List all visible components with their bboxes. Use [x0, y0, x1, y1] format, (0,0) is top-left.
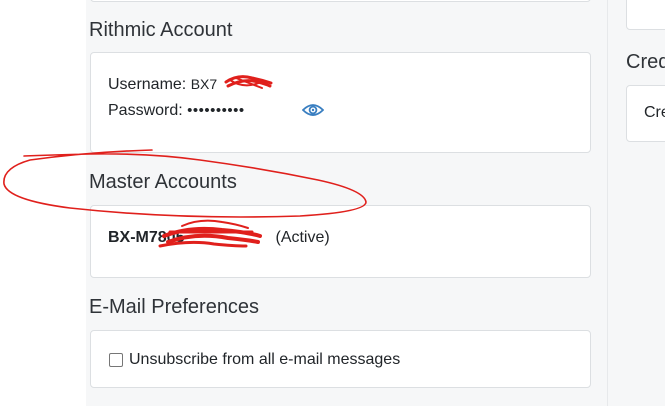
account-settings-page: Rithmic Account Username: BX7 Password: … — [0, 0, 665, 406]
master-accounts-card: BX-M7805 (Active) — [90, 205, 591, 278]
rithmic-account-heading: Rithmic Account — [89, 19, 233, 41]
username-value: BX7 — [190, 76, 218, 92]
password-row: Password: •••••••••• — [108, 101, 245, 121]
main-column: Rithmic Account Username: BX7 Password: … — [86, 0, 607, 406]
email-preferences-card: Unsubscribe from all e-mail messages — [90, 330, 591, 388]
right-top-card-partial — [626, 0, 665, 30]
unsubscribe-label[interactable]: Unsubscribe from all e-mail messages — [129, 350, 400, 370]
right-heading-partial: Cred — [626, 51, 665, 73]
right-column: Cred Cre — [608, 0, 665, 406]
master-accounts-heading: Master Accounts — [89, 171, 237, 193]
master-account-id: BX-M7805 — [108, 229, 185, 246]
top-card-partial — [90, 0, 591, 2]
unsubscribe-checkbox[interactable] — [109, 353, 123, 367]
show-password-eye-icon[interactable] — [302, 102, 324, 118]
master-account-status: (Active) — [275, 229, 330, 246]
right-card-partial: Cre — [626, 85, 665, 142]
right-item-partial: Cre — [644, 104, 665, 121]
password-label: Password: — [108, 102, 183, 119]
username-row: Username: BX7 — [108, 74, 217, 95]
username-label: Username: — [108, 76, 187, 93]
rithmic-account-card: Username: BX7 Password: •••••••••• — [90, 52, 591, 153]
master-account-row: BX-M7805 (Active) — [108, 228, 330, 248]
password-mask: •••••••••• — [187, 102, 245, 119]
email-preferences-heading: E-Mail Preferences — [89, 296, 260, 318]
